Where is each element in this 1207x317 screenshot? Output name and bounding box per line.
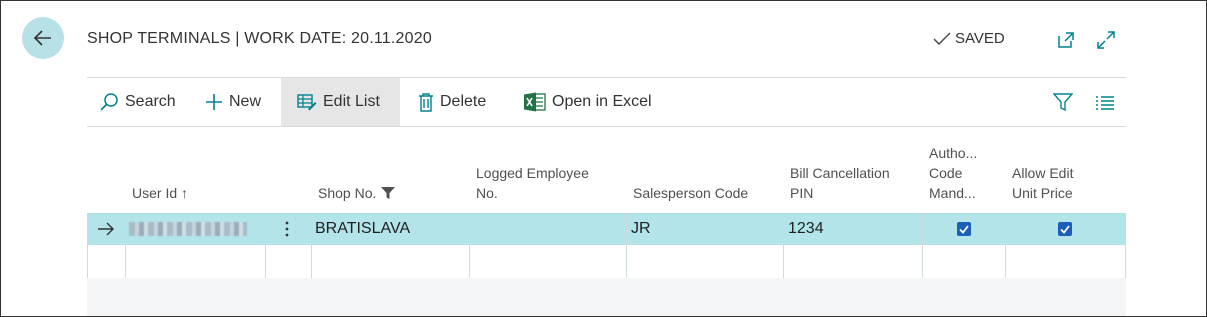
grid-line bbox=[783, 213, 784, 278]
bill-cancellation-pin-cell[interactable]: 1234 bbox=[788, 220, 824, 238]
column-header-logged-employee-line1: Logged Employee bbox=[476, 165, 589, 181]
column-header-allow-edit-line2: Unit Price bbox=[1012, 185, 1073, 201]
column-header-bill-cancellation-pin[interactable]: Bill Cancellation PIN bbox=[790, 163, 890, 203]
more-vertical-icon[interactable] bbox=[284, 220, 290, 238]
column-header-salesperson-code[interactable]: Salesperson Code bbox=[633, 183, 748, 203]
grid-line bbox=[626, 213, 627, 278]
plus-icon bbox=[206, 94, 222, 110]
edit-list-icon bbox=[297, 94, 317, 111]
back-button[interactable] bbox=[22, 17, 64, 59]
search-icon bbox=[100, 93, 118, 111]
checkmark-icon bbox=[933, 32, 951, 45]
column-header-auth-line2: Code bbox=[929, 165, 963, 181]
column-header-bill-cancellation-line1: Bill Cancellation bbox=[790, 165, 890, 181]
column-header-user-id-label: User Id bbox=[132, 185, 178, 201]
allow-edit-unit-price-checkbox[interactable] bbox=[1058, 222, 1072, 236]
column-header-allow-edit-line1: Allow Edit bbox=[1012, 165, 1074, 181]
open-new-window-icon bbox=[1058, 32, 1074, 48]
column-header-logged-employee-no[interactable]: Logged Employee No. bbox=[476, 163, 589, 203]
open-in-excel-button[interactable]: Open in Excel bbox=[524, 78, 652, 126]
list-options-icon bbox=[1096, 96, 1114, 110]
saved-status: SAVED bbox=[933, 30, 1005, 47]
checkmark-icon bbox=[1060, 224, 1070, 234]
sort-ascending-icon: ↑ bbox=[181, 185, 189, 201]
grid-line bbox=[922, 213, 923, 278]
action-bar: Search New Edit List Delete Open in Exce… bbox=[87, 78, 1126, 126]
arrow-right-icon bbox=[98, 222, 114, 236]
filter-button[interactable] bbox=[1053, 78, 1073, 126]
search-label: Search bbox=[125, 93, 176, 110]
column-header-logged-employee-line2: No. bbox=[476, 185, 498, 201]
grid-line bbox=[125, 213, 126, 278]
new-button[interactable]: New bbox=[205, 78, 261, 126]
salesperson-code-cell[interactable]: JR bbox=[631, 220, 651, 238]
column-header-auth-line1: Autho... bbox=[929, 145, 978, 161]
column-header-allow-edit-unit-price[interactable]: Allow Edit Unit Price bbox=[1012, 163, 1073, 203]
toolbar-bottom-divider bbox=[87, 126, 1126, 127]
column-header-bill-cancellation-line2: PIN bbox=[790, 185, 814, 201]
filter-icon bbox=[1053, 93, 1073, 112]
expand-icon bbox=[1097, 31, 1115, 49]
delete-label: Delete bbox=[440, 93, 487, 110]
open-new-window-button[interactable] bbox=[1055, 29, 1077, 51]
column-filter-icon bbox=[381, 187, 396, 199]
auth-code-mandatory-checkbox[interactable] bbox=[957, 222, 971, 236]
delete-button[interactable]: Delete bbox=[418, 78, 486, 126]
table-row-new[interactable] bbox=[87, 245, 1126, 278]
column-header-auth-code-mandatory[interactable]: Autho... Code Mand... bbox=[929, 143, 977, 203]
user-id-cell-redacted[interactable] bbox=[129, 222, 247, 236]
grid-line bbox=[1125, 213, 1126, 278]
column-header-user-id[interactable]: User Id ↑ bbox=[132, 183, 188, 203]
edit-list-button[interactable]: Edit List bbox=[281, 78, 400, 126]
column-header-shop-no[interactable]: Shop No. bbox=[318, 183, 396, 203]
grid-line bbox=[265, 213, 266, 278]
new-label: New bbox=[229, 93, 262, 110]
saved-label: SAVED bbox=[955, 30, 1005, 47]
expand-button[interactable] bbox=[1095, 29, 1117, 51]
shop-no-cell[interactable]: BRATISLAVA bbox=[315, 220, 410, 238]
grid-line bbox=[311, 213, 312, 278]
edit-list-label: Edit List bbox=[323, 93, 380, 110]
list-empty-area bbox=[87, 278, 1126, 316]
excel-icon bbox=[524, 92, 546, 112]
grid-line bbox=[469, 213, 470, 278]
column-header-shop-no-label: Shop No. bbox=[318, 185, 377, 201]
open-in-excel-label: Open in Excel bbox=[552, 93, 652, 110]
search-button[interactable]: Search bbox=[99, 78, 176, 126]
grid-line bbox=[87, 245, 88, 278]
page-title: SHOP TERMINALS | WORK DATE: 20.11.2020 bbox=[87, 30, 432, 47]
grid-line bbox=[1005, 213, 1006, 278]
column-header-auth-line3: Mand... bbox=[929, 185, 976, 201]
list-options-button[interactable] bbox=[1095, 78, 1115, 126]
trash-icon bbox=[419, 93, 433, 112]
checkmark-icon bbox=[959, 224, 969, 234]
arrow-left-icon bbox=[33, 30, 51, 46]
page-frame: SHOP TERMINALS | WORK DATE: 20.11.2020 S… bbox=[0, 0, 1207, 317]
